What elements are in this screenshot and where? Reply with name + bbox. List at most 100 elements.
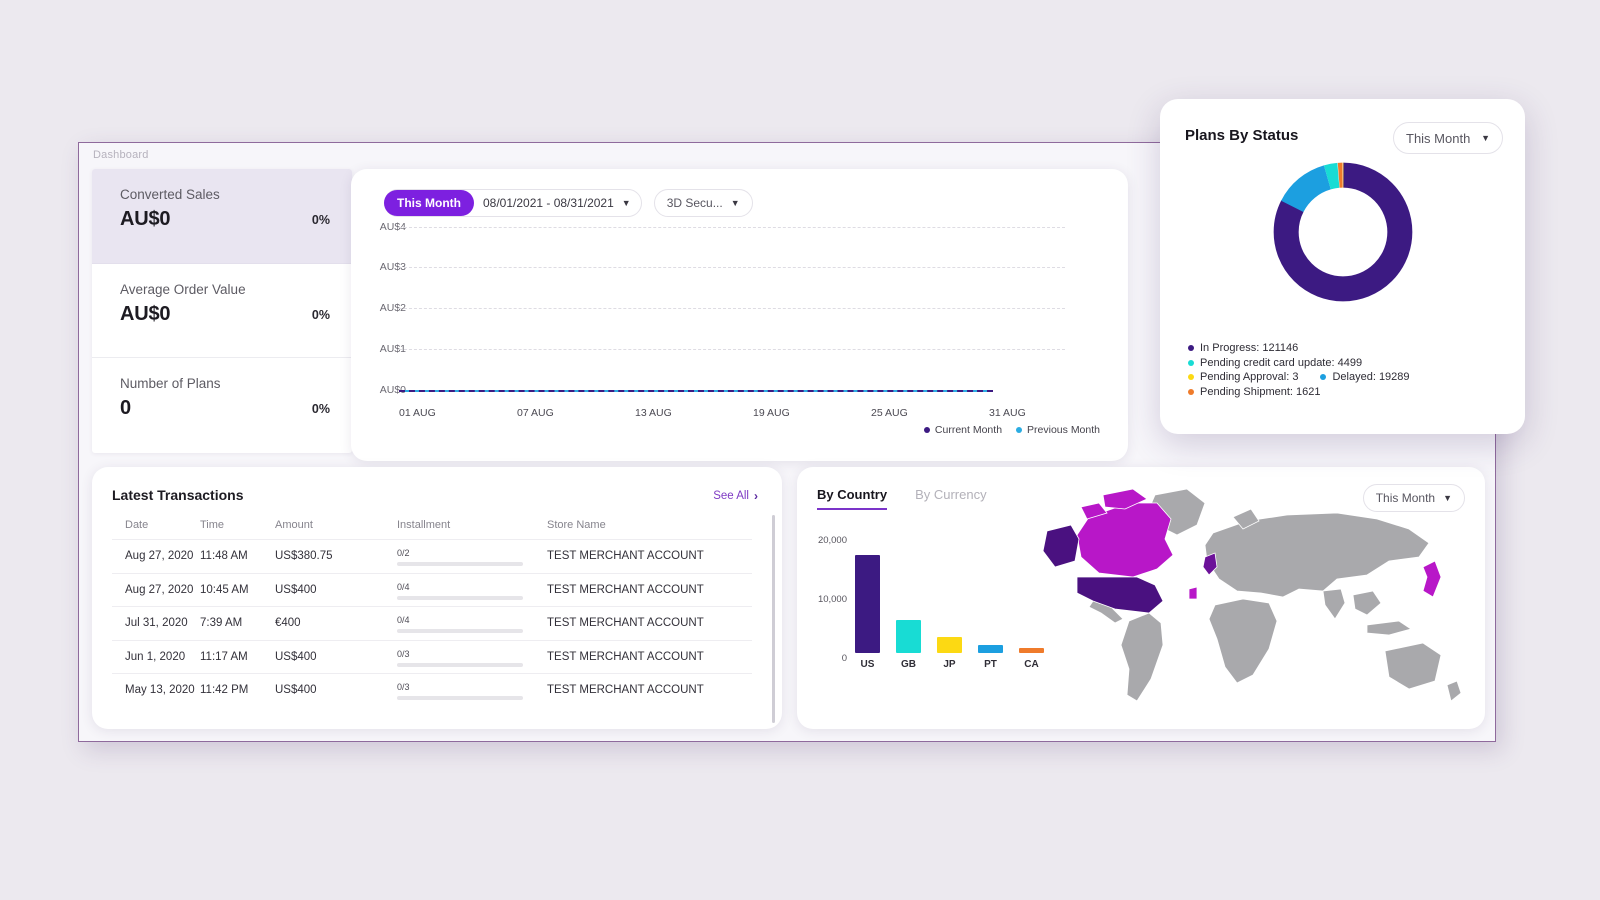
x-tick-label: 01 AUG: [399, 407, 436, 419]
table-row[interactable]: Jun 1, 2020 11:17 AM US$400 0/3 TEST MER…: [112, 639, 752, 674]
bar-label: JP: [943, 659, 956, 670]
legend-label: Current Month: [934, 424, 1003, 436]
kpi-percent: 0%: [311, 402, 330, 417]
gridline: [399, 267, 1065, 268]
legend-row-approval-delayed: Pending Approval: 3 Delayed: 19289: [1188, 370, 1410, 385]
y-tick-label: AU$2: [379, 302, 406, 314]
cell-date: Aug 27, 2020: [125, 583, 194, 596]
legend-dot-icon: [1188, 359, 1194, 366]
kpi-percent: 0%: [311, 307, 330, 322]
tab-by-country[interactable]: By Country: [817, 487, 888, 510]
legend-item-previous-month[interactable]: Previous Month: [1016, 424, 1100, 436]
legend-label[interactable]: Pending Approval: 3: [1200, 370, 1298, 385]
table-row[interactable]: Aug 27, 2020 10:45 AM US$400 0/4 TEST ME…: [112, 572, 752, 607]
legend-label: Pending credit card update: 4499: [1200, 356, 1363, 369]
x-tick-label: 13 AUG: [635, 407, 672, 419]
bar-item-jp[interactable]: JP: [937, 637, 962, 670]
legend-item-delayed[interactable]: Delayed: 19289: [1320, 370, 1410, 385]
column-header-date: Date: [125, 519, 149, 531]
gridline: [399, 308, 1065, 309]
legend-item-pending-shipment[interactable]: Pending Shipment: 1621: [1188, 385, 1410, 400]
cell-store-name: TEST MERCHANT ACCOUNT: [547, 617, 704, 630]
plans-donut-chart: [1268, 157, 1418, 312]
world-map-svg: [1042, 488, 1462, 702]
world-map[interactable]: [1037, 473, 1477, 723]
legend-label: Delayed: 19289: [1332, 371, 1410, 384]
date-range-picker[interactable]: This Month 08/01/2021 - 08/31/2021 ▼: [384, 189, 642, 217]
bar-item-gb[interactable]: GB: [896, 620, 921, 670]
table-header-row: Date Time Amount Installment Store Name: [112, 511, 752, 539]
legend-item-pending-credit-card-update[interactable]: Pending credit card update: 4499: [1188, 356, 1410, 371]
legend-dot-icon: [1188, 345, 1194, 352]
legend-item-current-month[interactable]: Current Month: [923, 424, 1003, 436]
installment-count: 0/4: [397, 581, 410, 592]
chevron-down-icon[interactable]: ▼: [622, 198, 631, 208]
chevron-down-icon[interactable]: ▼: [1481, 133, 1490, 143]
kpi-column: Converted Sales AU$0 0% Average Order Va…: [92, 169, 352, 453]
installment-progress-bar: [397, 595, 523, 600]
plans-period-select[interactable]: This Month ▼: [1393, 122, 1503, 154]
country-bar-chart: 20,000 10,000 0 US GB JP PT CA: [818, 527, 1044, 692]
cell-time: 11:42 PM: [200, 684, 249, 697]
legend-dot-icon: [1320, 374, 1327, 381]
kpi-card-average-order-value[interactable]: Average Order Value AU$0 0%: [92, 264, 352, 359]
y-tick-label: 20,000: [817, 535, 847, 546]
legend-dot-icon: [1016, 427, 1023, 433]
gridline: [399, 227, 1065, 228]
tab-by-currency[interactable]: By Currency: [915, 487, 987, 510]
table-row[interactable]: Jul 31, 2020 7:39 AM €400 0/4 TEST MERCH…: [112, 606, 752, 640]
bar-item-us[interactable]: US: [855, 555, 880, 670]
line-plot-area: AU$4 AU$3 AU$2 AU$1 AU$0: [351, 221, 1128, 407]
bar-series: US GB JP PT CA: [855, 552, 1044, 670]
cell-time: 11:17 AM: [200, 650, 248, 663]
chevron-down-icon[interactable]: ▼: [731, 198, 740, 208]
legend-label: Pending Shipment: 1621: [1200, 385, 1321, 398]
legend-label: In Progress: 121146: [1200, 342, 1299, 354]
table-row[interactable]: May 13, 2020 11:42 PM US$400 0/3 TEST ME…: [112, 673, 752, 707]
cell-time: 10:45 AM: [200, 583, 249, 596]
kpi-percent: 0%: [311, 213, 330, 227]
plans-title: Plans By Status: [1185, 127, 1299, 144]
transactions-body: Aug 27, 2020 11:48 AM US$380.75 0/2 TEST…: [112, 539, 752, 707]
y-tick-label: AU$0: [379, 384, 406, 396]
this-month-pill[interactable]: This Month: [384, 190, 474, 216]
installment-progress-bar: [397, 562, 523, 567]
y-tick-label: AU$4: [379, 221, 406, 233]
installment-progress-bar: [397, 662, 523, 667]
cell-store-name: TEST MERCHANT ACCOUNT: [547, 550, 704, 563]
transactions-scrollbar[interactable]: [772, 515, 775, 723]
bar-label: US: [860, 659, 875, 670]
x-tick-label: 19 AUG: [753, 407, 790, 419]
cell-time: 7:39 AM: [200, 617, 243, 630]
kpi-card-number-of-plans[interactable]: Number of Plans 0 0%: [92, 358, 352, 453]
cell-time: 11:48 AM: [200, 550, 248, 563]
bar-item-pt[interactable]: PT: [978, 645, 1003, 670]
geo-tabs: By Country By Currency: [817, 487, 987, 510]
cell-amount: US$380.75: [275, 550, 333, 563]
installment-count: 0/2: [397, 548, 410, 559]
line-chart-legend: Current Month Previous Month: [923, 424, 1100, 436]
installment-progress-bar: [397, 696, 523, 701]
table-row[interactable]: Aug 27, 2020 11:48 AM US$380.75 0/2 TEST…: [112, 539, 752, 573]
column-header-amount: Amount: [275, 519, 313, 531]
cell-date: Aug 27, 2020: [125, 550, 194, 563]
legend-item-in-progress[interactable]: In Progress: 121146: [1188, 341, 1410, 356]
see-all-label: See All: [713, 490, 749, 502]
kpi-value: AU$0: [120, 208, 171, 230]
legend-label: Previous Month: [1027, 424, 1100, 436]
payment-filter-select[interactable]: 3D Secu... ▼: [653, 189, 753, 217]
cell-store-name: TEST MERCHANT ACCOUNT: [547, 583, 704, 596]
chevron-right-icon: ›: [754, 489, 758, 503]
see-all-link[interactable]: See All ›: [713, 489, 758, 503]
cell-store-name: TEST MERCHANT ACCOUNT: [547, 684, 704, 697]
gridline: [399, 349, 1065, 350]
kpi-card-converted-sales[interactable]: Converted Sales AU$0 0%: [92, 169, 352, 264]
column-header-time: Time: [200, 519, 225, 531]
cell-amount: US$400: [275, 650, 317, 663]
plans-by-status-card: Plans By Status This Month ▼ In Progress…: [1160, 99, 1525, 434]
latest-transactions-card: Latest Transactions See All › Date Time …: [92, 467, 782, 729]
kpi-value: AU$0: [120, 302, 171, 325]
geography-card: By Country By Currency This Month ▼ 20,0…: [797, 467, 1485, 729]
cell-date: Jul 31, 2020: [125, 617, 188, 630]
legend-dot-icon: [923, 427, 930, 433]
